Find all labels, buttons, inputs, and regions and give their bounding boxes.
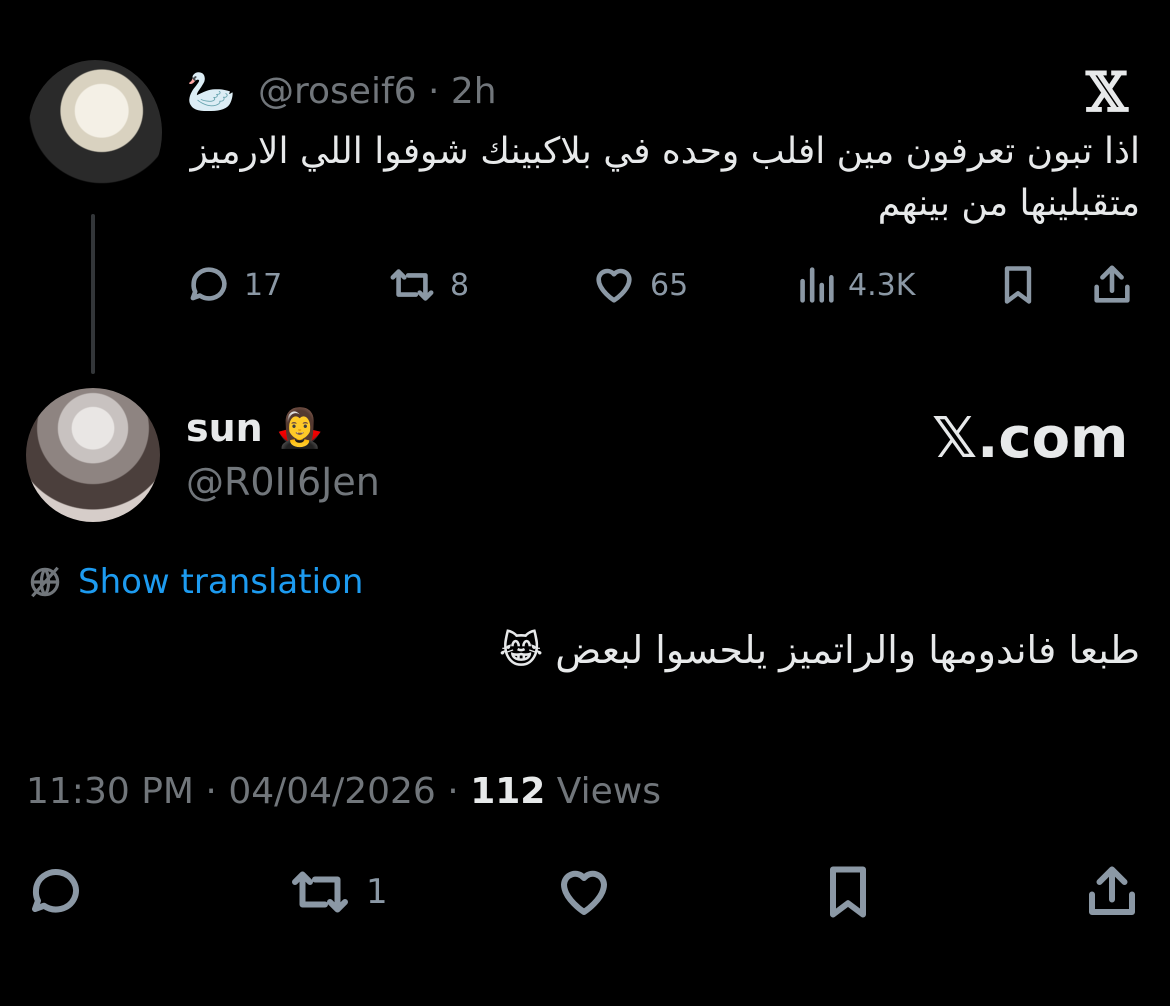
separator: · bbox=[427, 71, 440, 112]
avatar[interactable] bbox=[28, 60, 162, 205]
share-icon bbox=[1089, 866, 1135, 915]
repost-icon bbox=[390, 269, 434, 301]
tweet-meta: @roseif6 · 2h bbox=[258, 70, 497, 114]
analytics-icon bbox=[800, 267, 834, 303]
share-button[interactable] bbox=[1088, 262, 1136, 308]
reply-icon bbox=[32, 869, 79, 913]
bookmark-button[interactable] bbox=[818, 862, 878, 922]
user-handle[interactable]: @roseif6 bbox=[258, 71, 417, 112]
tweet-time[interactable]: 2h bbox=[451, 71, 497, 112]
vampire-emoji: 🧛‍♀️ bbox=[275, 406, 324, 450]
reply-icon bbox=[190, 267, 227, 301]
views-count: 112 bbox=[470, 771, 546, 812]
display-name-text: sun bbox=[186, 406, 263, 450]
x-com-watermark: 𝕏.com bbox=[932, 406, 1129, 471]
globe-icon bbox=[30, 566, 60, 598]
repost-count: 8 bbox=[450, 267, 470, 303]
reply-button[interactable]: 17 bbox=[186, 262, 282, 308]
tweet-text: طبعا فاندومها والراتميز يلحسوا لبعض 😹 bbox=[498, 628, 1140, 672]
separator: · bbox=[205, 771, 217, 812]
reply-button[interactable] bbox=[26, 862, 86, 922]
x-logo-icon: 𝕏 bbox=[1086, 60, 1128, 124]
avatar[interactable] bbox=[26, 388, 160, 522]
tweet-time[interactable]: 11:30 PM bbox=[26, 771, 194, 812]
like-button[interactable]: 65 bbox=[590, 262, 688, 308]
separator: · bbox=[447, 771, 459, 812]
user-handle[interactable]: @R0II6Jen bbox=[186, 458, 380, 506]
heart-icon bbox=[561, 870, 607, 915]
show-translation-link[interactable]: Show translation bbox=[26, 562, 363, 602]
tweet-text: اذا تبون تعرفون مين افلب وحده في بلاكبين… bbox=[190, 131, 1140, 224]
tweet-meta: 11:30 PM · 04/04/2026 · 112 Views bbox=[26, 766, 661, 818]
heart-icon bbox=[596, 268, 632, 303]
views-label: Views bbox=[556, 771, 661, 812]
repost-icon bbox=[292, 871, 348, 913]
like-count: 65 bbox=[650, 267, 689, 303]
views-button[interactable]: 4.3K bbox=[796, 262, 915, 308]
repost-button[interactable]: 1 bbox=[286, 862, 388, 922]
share-button[interactable] bbox=[1080, 862, 1144, 922]
repost-count: 1 bbox=[366, 872, 388, 912]
bookmark-icon bbox=[1004, 266, 1032, 304]
like-button[interactable] bbox=[552, 862, 616, 922]
display-name[interactable]: sun 🧛‍♀️ bbox=[186, 404, 323, 452]
thread-line bbox=[91, 214, 95, 374]
tweet-date[interactable]: 04/04/2026 bbox=[228, 771, 436, 812]
swan-emoji: 🦢 bbox=[186, 69, 236, 115]
views-count: 4.3K bbox=[848, 267, 916, 303]
show-translation-label: Show translation bbox=[78, 562, 364, 602]
repost-button[interactable]: 8 bbox=[386, 262, 469, 308]
reply-count: 17 bbox=[244, 267, 283, 303]
bookmark-button[interactable] bbox=[996, 262, 1040, 308]
bookmark-icon bbox=[830, 866, 866, 918]
share-icon bbox=[1094, 265, 1130, 303]
